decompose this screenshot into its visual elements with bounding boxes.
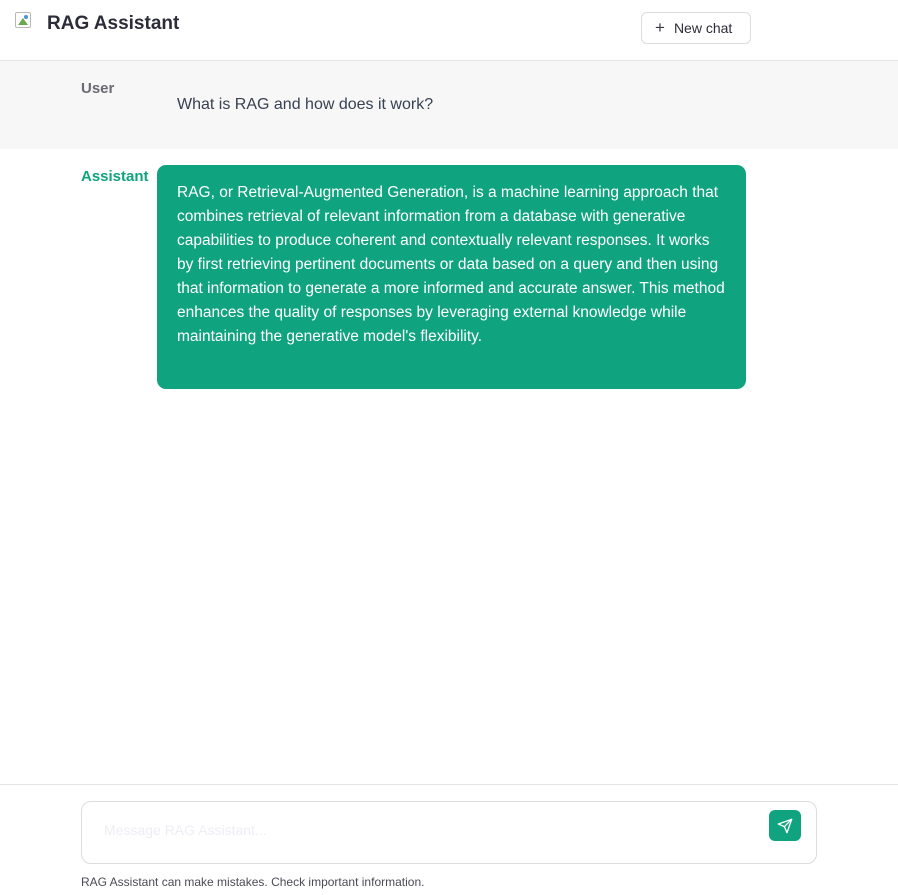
send-icon (777, 818, 793, 833)
message-composer (81, 801, 817, 864)
broken-image-icon (15, 12, 33, 30)
user-message-row: User What is RAG and how does it work? (0, 61, 898, 149)
app-header: RAG Assistant + New chat (0, 0, 898, 61)
new-chat-label: New chat (673, 20, 733, 36)
assistant-role-label: Assistant (81, 168, 149, 185)
plus-icon: + (655, 18, 665, 37)
new-chat-button[interactable]: + New chat (641, 12, 751, 44)
chat-app: RAG Assistant + New chat User What is RA… (0, 0, 898, 895)
user-message-text: What is RAG and how does it work? (177, 96, 434, 113)
disclaimer-text: RAG Assistant can make mistakes. Check i… (81, 875, 425, 889)
footer-divider (0, 784, 898, 785)
assistant-message-bubble: RAG, or Retrieval-Augmented Generation, … (157, 165, 746, 389)
app-title: RAG Assistant (47, 13, 180, 34)
message-input[interactable] (104, 818, 744, 842)
send-button[interactable] (769, 810, 801, 841)
user-role-label: User (81, 80, 115, 97)
